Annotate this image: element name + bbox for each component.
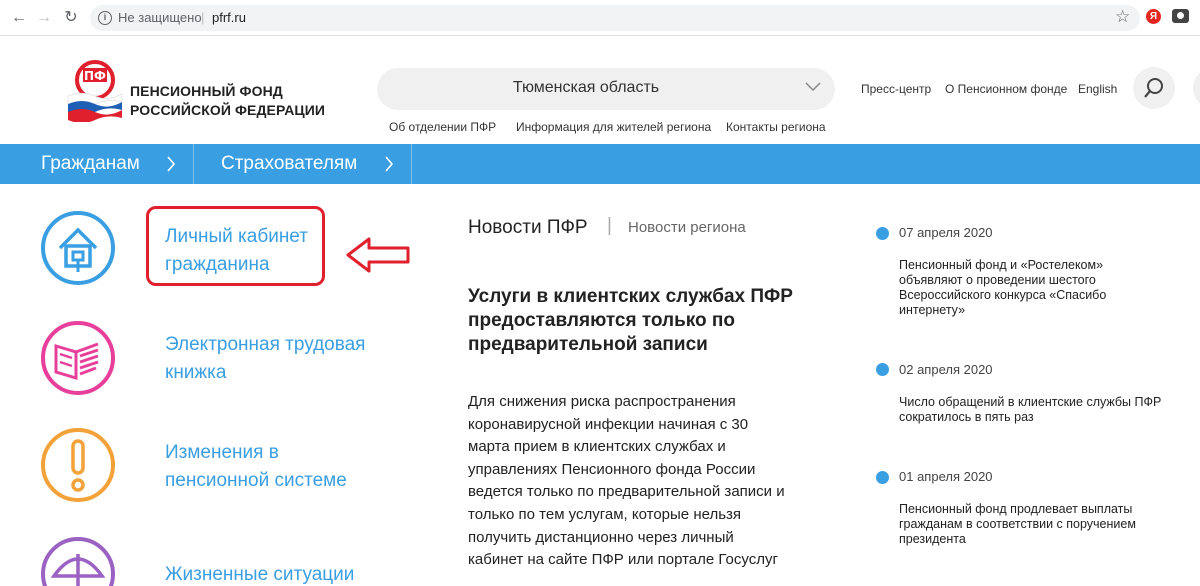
news-date: 02 апреля 2020: [899, 362, 993, 377]
news-headline[interactable]: Услуги в клиентских службах ПФР предоста…: [468, 285, 808, 357]
news-bullet-icon: [876, 363, 889, 376]
news-body-line: коронавирусной инфекции начиная с 30: [468, 415, 749, 433]
house-icon[interactable]: [40, 210, 116, 286]
chevron-down-icon: [805, 82, 821, 92]
side-news-line: интернету»: [899, 303, 966, 317]
electronic-workbook-link[interactable]: Электронная трудовая книжка: [165, 331, 365, 387]
annotation-highlight-box: [146, 206, 325, 286]
news-date: 07 апреля 2020: [899, 225, 993, 240]
news-body-line: Для снижения риска распространения: [468, 393, 736, 410]
news-body-line: ведется только по предварительной записи…: [468, 483, 785, 501]
branch-info-link[interactable]: Об отделении ПФР: [389, 120, 496, 134]
service-label: Электронная трудовая: [165, 334, 366, 355]
region-value: Тюменская область: [512, 79, 660, 96]
search-icon: [1144, 78, 1163, 98]
extra-header-button[interactable]: [1193, 67, 1200, 109]
security-status[interactable]: Не защищено: [118, 10, 202, 25]
tab-region-news[interactable]: Новости региона: [628, 219, 746, 236]
news-body-line: управлениях Пенсионного фонда России: [468, 460, 756, 478]
address-separator: |: [201, 10, 205, 25]
residents-info-link[interactable]: Информация для жителей региона: [516, 120, 711, 134]
yandex-extension-icon[interactable]: Я: [1146, 9, 1161, 24]
url-text[interactable]: pfrf.ru: [212, 10, 246, 25]
news-tab-separator: |: [607, 215, 612, 236]
book-icon[interactable]: [40, 320, 116, 396]
camera-icon[interactable]: [1172, 9, 1189, 23]
news-bullet-icon: [876, 471, 889, 484]
tab-citizens[interactable]: Гражданам: [41, 144, 140, 184]
reload-icon[interactable]: ↻: [62, 9, 80, 27]
region-dropdown[interactable]: Тюменская область: [377, 68, 835, 110]
side-news-item[interactable]: Число обращений в клиентские службы ПФР …: [899, 395, 1199, 425]
news-body-line: получить дистанционно через личный: [468, 528, 734, 546]
region-contacts-link[interactable]: Контакты региона: [726, 120, 826, 134]
side-news-line: президента: [899, 532, 966, 546]
news-date: 01 апреля 2020: [899, 469, 993, 484]
svg-text:ПФ: ПФ: [84, 69, 106, 83]
about-fund-link[interactable]: О Пенсионном фонде: [945, 82, 1067, 96]
pension-changes-link[interactable]: Изменения в пенсионной системе: [165, 439, 347, 495]
service-label: книжка: [165, 362, 227, 383]
pfr-logo-icon[interactable]: ПФ: [64, 60, 126, 122]
exclamation-icon[interactable]: [40, 427, 116, 503]
service-label: пенсионной системе: [165, 470, 347, 491]
nav-divider: [411, 144, 412, 184]
news-body: Для снижения риска распространения корон…: [468, 391, 808, 572]
service-label: Жизненные ситуации: [165, 564, 355, 585]
address-bar[interactable]: i Не защищено | pfrf.ru ☆: [90, 5, 1140, 31]
logo-title-line2: РОССИЙСКОЙ ФЕДЕРАЦИИ: [130, 102, 326, 118]
tab-pfr-news[interactable]: Новости ПФР: [468, 217, 588, 239]
life-situations-link[interactable]: Жизненные ситуации: [165, 561, 354, 586]
forward-arrow-icon[interactable]: →: [35, 9, 53, 27]
news-body-line: марта прием в клиентских службах и: [468, 438, 726, 456]
side-news-line: Всероссийского конкурса «Спасибо: [899, 288, 1107, 302]
logo-title-line1: ПЕНСИОННЫЙ ФОНД: [130, 83, 283, 99]
bookmark-star-icon[interactable]: ☆: [1115, 7, 1130, 27]
back-arrow-icon[interactable]: ←: [10, 9, 28, 27]
side-news-line: Пенсионный фонд продлевает выплаты: [899, 502, 1133, 516]
press-center-link[interactable]: Пресс-центр: [861, 82, 931, 96]
news-bullet-icon: [876, 227, 889, 240]
english-link[interactable]: English: [1078, 82, 1117, 96]
side-news-line: Пенсионный фонд и «Ростелеком»: [899, 258, 1104, 272]
side-news-item[interactable]: Пенсионный фонд и «Ростелеком» объявляют…: [899, 258, 1199, 318]
umbrella-icon[interactable]: [40, 536, 116, 586]
side-news-line: сократилось в пять раз: [899, 410, 1034, 424]
tab-insurers[interactable]: Страхователям: [221, 144, 357, 184]
side-news-item[interactable]: Пенсионный фонд продлевает выплаты гражд…: [899, 502, 1199, 547]
chevron-right-icon: [385, 156, 394, 172]
info-icon[interactable]: i: [98, 11, 112, 25]
service-label: Изменения в: [165, 442, 279, 463]
side-news-line: объявляют о проведении шестого: [899, 273, 1096, 287]
news-body-line: кабинет на сайте ПФР или портале Госуслу…: [468, 551, 778, 569]
browser-toolbar: ← → ↻ i Не защищено | pfrf.ru ☆ Я: [0, 0, 1200, 36]
nav-divider: [193, 144, 194, 184]
chevron-right-icon: [167, 156, 176, 172]
news-body-line: только по тем услугам, которые нельзя: [468, 505, 742, 523]
annotation-arrow-icon: [346, 237, 410, 273]
logo-title[interactable]: ПЕНСИОННЫЙ ФОНД РОССИЙСКОЙ ФЕДЕРАЦИИ: [130, 82, 325, 120]
main-nav: Гражданам Страхователям: [0, 144, 1200, 184]
search-button[interactable]: [1133, 67, 1175, 109]
side-news-line: Число обращений в клиентские службы ПФР: [899, 395, 1162, 409]
side-news-line: гражданам в соответствии с поручением: [899, 517, 1136, 531]
